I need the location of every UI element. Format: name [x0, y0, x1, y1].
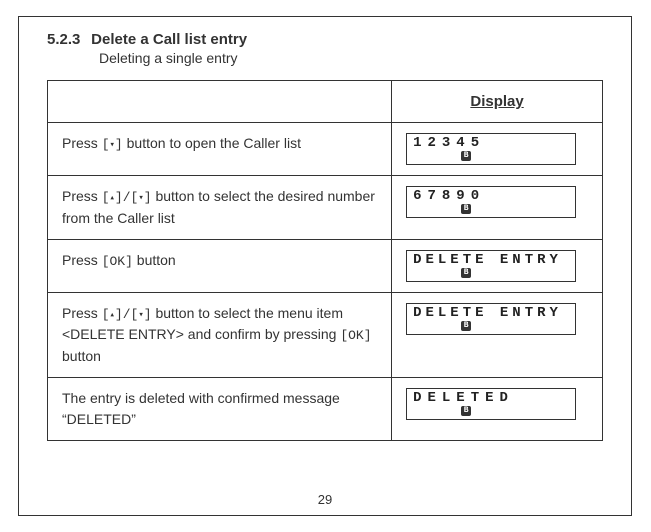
- display-cell: 12345: [392, 123, 603, 176]
- instruction-cell: Press [▴]/[▾] button to select the menu …: [48, 292, 392, 377]
- section-title: Delete a Call list entry: [91, 31, 247, 48]
- display-cell: DELETE ENTRY: [392, 239, 603, 292]
- section-number: 5.2.3: [47, 31, 87, 48]
- lcd-line1: 67890: [413, 188, 485, 204]
- instruction-text: Press: [62, 188, 102, 204]
- display-cell: 67890: [392, 176, 603, 240]
- table-row: Press [▾] button to open the Caller list…: [48, 123, 603, 176]
- instruction-text: Press: [62, 252, 102, 268]
- procedure-table: Display Press [▾] button to open the Cal…: [47, 80, 603, 441]
- lcd-line1: DELETED: [413, 390, 514, 406]
- instruction-text: The entry is deleted with confirmed mess…: [62, 390, 340, 427]
- table-row: Press [▴]/[▾] button to select the desir…: [48, 176, 603, 240]
- instruction-text: button to open the Caller list: [123, 135, 301, 151]
- key-ok: [OK]: [340, 328, 371, 343]
- lcd-screen: 67890: [406, 186, 576, 218]
- lcd-screen: DELETED: [406, 388, 576, 420]
- lcd-screen: 12345: [406, 133, 576, 165]
- lcd-screen: DELETE ENTRY: [406, 303, 576, 335]
- display-cell: DELETED: [392, 377, 603, 440]
- display-cell: DELETE ENTRY: [392, 292, 603, 377]
- section-heading: 5.2.3 Delete a Call list entry: [47, 31, 603, 48]
- bluetooth-icon: [461, 321, 471, 331]
- instruction-cell: The entry is deleted with confirmed mess…: [48, 377, 392, 440]
- instruction-cell: Press [OK] button: [48, 239, 392, 292]
- key-label: [▾]: [102, 137, 123, 152]
- lcd-line1: 12345: [413, 135, 485, 151]
- page-number: 29: [19, 492, 631, 507]
- instruction-cell: Press [▴]/[▾] button to select the desir…: [48, 176, 392, 240]
- table-row: The entry is deleted with confirmed mess…: [48, 377, 603, 440]
- table-row: Press [OK] button DELETE ENTRY: [48, 239, 603, 292]
- key-ok: [OK]: [102, 254, 133, 269]
- key-updown: [▴]/[▾]: [102, 307, 152, 322]
- instruction-cell: Press [▾] button to open the Caller list: [48, 123, 392, 176]
- table-row: Press [▴]/[▾] button to select the menu …: [48, 292, 603, 377]
- section-subtitle: Deleting a single entry: [99, 50, 603, 66]
- table-header-blank: [48, 81, 392, 123]
- lcd-line1: DELETE ENTRY: [413, 305, 562, 321]
- instruction-text: Press: [62, 135, 102, 151]
- manual-page: 5.2.3 Delete a Call list entry Deleting …: [18, 16, 632, 516]
- bluetooth-icon: [461, 151, 471, 161]
- lcd-screen: DELETE ENTRY: [406, 250, 576, 282]
- table-header-display: Display: [392, 81, 603, 123]
- bluetooth-icon: [461, 204, 471, 214]
- instruction-text: Press: [62, 305, 102, 321]
- key-down: [▾]: [102, 137, 123, 152]
- lcd-line1: DELETE ENTRY: [413, 252, 562, 268]
- bluetooth-icon: [461, 406, 471, 416]
- instruction-text: button: [133, 252, 176, 268]
- instruction-text: button: [62, 348, 101, 364]
- bluetooth-icon: [461, 268, 471, 278]
- key-updown: [▴]/[▾]: [102, 190, 152, 205]
